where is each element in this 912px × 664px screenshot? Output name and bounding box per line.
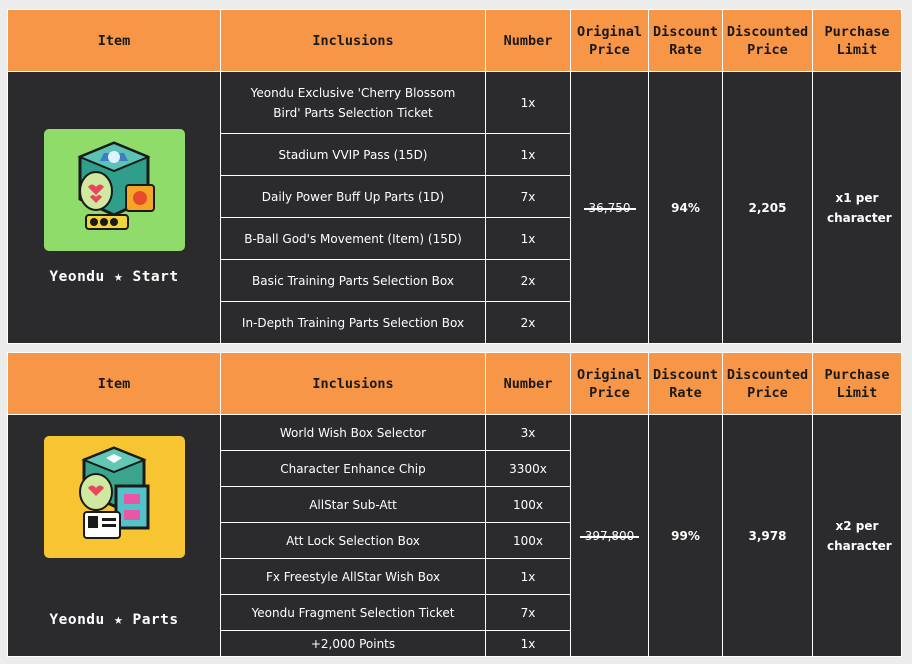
inclusion-name: Att Lock Selection Box: [220, 522, 486, 559]
inclusion-number: 3x: [485, 414, 571, 451]
original-price: 397,800: [579, 526, 639, 546]
header-number: Number: [485, 352, 571, 415]
header-item: Item: [7, 9, 221, 72]
table-row: Yeondu ★ Start Yeondu Exclusive 'Cherry …: [7, 71, 902, 344]
header-row: Item Inclusions Number Original Price Di…: [7, 9, 902, 72]
inclusion-number: 100x: [485, 522, 571, 559]
header-discount-rate: Discount Rate: [648, 352, 723, 415]
inclusion-number: 1x: [485, 630, 571, 657]
inclusion-name: Basic Training Parts Selection Box: [220, 259, 486, 302]
inclusion-number: 1x: [485, 558, 571, 595]
inclusion-number: 7x: [485, 594, 571, 631]
original-price: 36,750: [583, 198, 636, 218]
purchase-limit: x2 per character: [812, 414, 902, 657]
original-price-cell: 397,800: [570, 414, 649, 657]
inclusion-number: 2x: [485, 301, 571, 344]
header-original-price: Original Price: [570, 9, 649, 72]
header-inclusions: Inclusions: [220, 9, 486, 72]
cube-icon: [76, 140, 155, 230]
inclusion-name: Character Enhance Chip: [220, 450, 486, 487]
inclusion-name: Yeondu Exclusive 'Cherry Blossom Bird' P…: [220, 71, 486, 134]
inclusion-name: In-Depth Training Parts Selection Box: [220, 301, 486, 344]
header-row: Item Inclusions Number Original Price Di…: [7, 352, 902, 415]
purchase-limit: x1 per character: [812, 71, 902, 344]
inclusion-number: 1x: [485, 133, 571, 176]
inclusion-name: Yeondu Fragment Selection Ticket: [220, 594, 486, 631]
header-purchase-limit: Purchase Limit: [812, 9, 902, 72]
package-table-start: Item Inclusions Number Original Price Di…: [7, 9, 902, 344]
inclusion-name: Stadium VVIP Pass (15D): [220, 133, 486, 176]
header-purchase-limit: Purchase Limit: [812, 352, 902, 415]
inclusion-name: AllStar Sub-Att: [220, 486, 486, 523]
table-row: Yeondu ★ Parts World Wish Box Selector 3…: [7, 414, 902, 657]
header-original-price: Original Price: [570, 352, 649, 415]
package-name: Yeondu ★ Parts: [49, 611, 179, 628]
discounted-price: 3,978: [722, 414, 813, 657]
discount-rate: 99%: [648, 414, 723, 657]
inclusion-number: 2x: [485, 259, 571, 302]
package-icon-parts: [43, 435, 185, 558]
package-name: Yeondu ★ Start: [49, 268, 179, 285]
header-discount-rate: Discount Rate: [648, 9, 723, 72]
inclusion-name: Daily Power Buff Up Parts (1D): [220, 175, 486, 218]
item-cell: Yeondu ★ Parts: [7, 414, 221, 657]
inclusion-name: +2,000 Points: [220, 630, 486, 657]
inclusion-name: World Wish Box Selector: [220, 414, 486, 451]
inclusion-number: 7x: [485, 175, 571, 218]
header-number: Number: [485, 9, 571, 72]
package-table-parts: Item Inclusions Number Original Price Di…: [7, 352, 902, 657]
cube-icon: [78, 445, 149, 539]
header-discounted-price: Discounted Price: [722, 352, 813, 415]
inclusion-number: 1x: [485, 217, 571, 260]
inclusion-number: 1x: [485, 71, 571, 134]
discounted-price: 2,205: [722, 71, 813, 344]
package-icon-start: [43, 128, 185, 251]
inclusion-name: Fx Freestyle AllStar Wish Box: [220, 558, 486, 595]
header-item: Item: [7, 352, 221, 415]
header-inclusions: Inclusions: [220, 352, 486, 415]
original-price-cell: 36,750: [570, 71, 649, 344]
inclusion-number: 100x: [485, 486, 571, 523]
item-cell: Yeondu ★ Start: [7, 71, 221, 344]
inclusion-name: B-Ball God's Movement (Item) (15D): [220, 217, 486, 260]
inclusion-number: 3300x: [485, 450, 571, 487]
discount-rate: 94%: [648, 71, 723, 344]
header-discounted-price: Discounted Price: [722, 9, 813, 72]
